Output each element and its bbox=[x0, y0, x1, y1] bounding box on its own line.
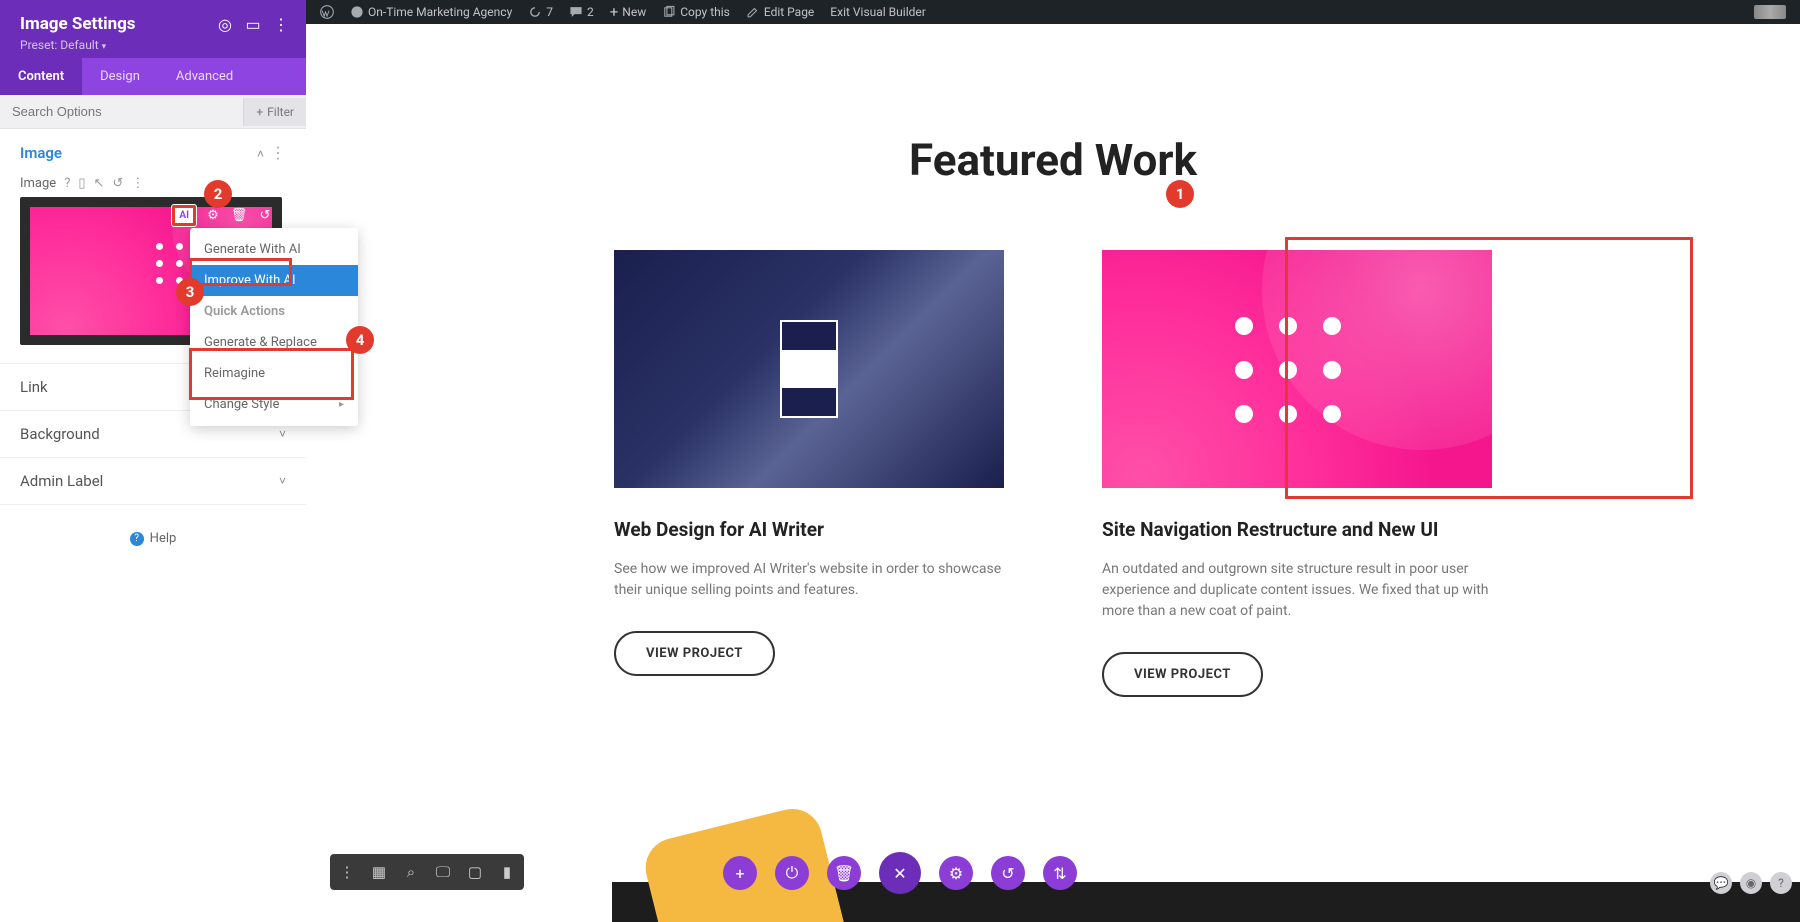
image-field-label: Image bbox=[20, 176, 56, 191]
phone-icon[interactable]: ▮ bbox=[498, 863, 516, 881]
copy-this[interactable]: Copy this bbox=[654, 0, 738, 24]
section-admin-label: Admin Label ˅ bbox=[0, 458, 306, 505]
help-icon[interactable]: ? bbox=[1770, 872, 1792, 894]
help-bubbles: 💬 ◉ ? bbox=[1710, 872, 1792, 894]
field-more-icon[interactable]: ⋮ bbox=[131, 176, 144, 191]
callout-badge-4: 4 bbox=[346, 326, 374, 354]
power-button[interactable]: ⏻ bbox=[775, 856, 809, 890]
ai-context-menu: Generate With AI Improve With AI Quick A… bbox=[190, 228, 358, 426]
chat-icon[interactable]: 💬 bbox=[1710, 872, 1732, 894]
updates[interactable]: 7 bbox=[520, 0, 561, 24]
add-button[interactable]: + bbox=[723, 856, 757, 890]
filter-button[interactable]: +Filter bbox=[243, 98, 306, 126]
chevron-down-icon: ˅ bbox=[279, 474, 286, 488]
more-icon[interactable]: ⋮ bbox=[274, 17, 288, 31]
desktop-icon[interactable]: 🖵 bbox=[434, 863, 452, 881]
section-image-head[interactable]: Image ˄⋮ bbox=[0, 129, 306, 176]
tab-design[interactable]: Design bbox=[82, 58, 158, 95]
search-input[interactable] bbox=[0, 95, 243, 128]
view-project-button[interactable]: VIEW PROJECT bbox=[1102, 652, 1263, 697]
menu-quick-actions-header: Quick Actions bbox=[190, 296, 358, 327]
view-toolbar: ⋮ ▦ ⌕ 🖵 ▢ ▮ bbox=[330, 854, 524, 890]
callout-badge-2: 2 bbox=[204, 180, 232, 208]
card-text: See how we improved AI Writer's website … bbox=[614, 559, 1004, 601]
drag-icon[interactable]: ◎ bbox=[218, 17, 232, 31]
trash-button[interactable]: 🗑 bbox=[827, 856, 861, 890]
settings-title: Image Settings bbox=[20, 14, 136, 34]
reset-icon[interactable]: ↺ bbox=[112, 176, 123, 191]
card-title: Web Design for AI Writer bbox=[614, 518, 1004, 541]
close-builder-button[interactable]: ✕ bbox=[879, 852, 921, 894]
help-icon[interactable]: ? bbox=[64, 176, 70, 191]
help-link[interactable]: ?Help bbox=[0, 505, 306, 572]
view-project-button[interactable]: VIEW PROJECT bbox=[614, 631, 775, 676]
zoom-icon[interactable]: ⌕ bbox=[402, 863, 420, 881]
callout-badge-1: 1 bbox=[1166, 180, 1194, 208]
chevron-down-icon: ˅ bbox=[279, 427, 286, 441]
chevron-right-icon: ▸ bbox=[339, 399, 344, 410]
site-name[interactable]: On-Time Marketing Agency bbox=[342, 0, 520, 24]
avatar bbox=[1754, 5, 1786, 19]
menu-reimagine[interactable]: Reimagine bbox=[190, 358, 358, 389]
sort-button[interactable]: ⇅ bbox=[1043, 856, 1077, 890]
menu-change-style[interactable]: Change Style▸ bbox=[190, 389, 358, 420]
tab-advanced[interactable]: Advanced bbox=[158, 58, 251, 95]
settings-tabs: Content Design Advanced bbox=[0, 58, 306, 95]
card-text: An outdated and outgrown site structure … bbox=[1102, 559, 1492, 622]
expand-icon[interactable]: ▭ bbox=[246, 17, 260, 31]
help-badge-icon: ? bbox=[130, 532, 144, 546]
image-field-label-row: Image ? ▯ ↖ ↺ ⋮ bbox=[20, 176, 286, 191]
gear-icon[interactable]: ⚙ bbox=[204, 207, 222, 225]
ai-button[interactable]: AI bbox=[172, 205, 196, 226]
menu-generate-replace[interactable]: Generate & Replace bbox=[190, 327, 358, 358]
new-content[interactable]: +New bbox=[602, 0, 654, 24]
card-title: Site Navigation Restructure and New UI bbox=[1102, 518, 1492, 541]
search-row: +Filter bbox=[0, 95, 306, 129]
section-admin-label-head[interactable]: Admin Label ˅ bbox=[0, 458, 306, 504]
hover-icon[interactable]: ↖ bbox=[94, 176, 105, 191]
tablet-icon[interactable]: ▢ bbox=[466, 863, 484, 881]
settings-button[interactable]: ⚙ bbox=[939, 856, 973, 890]
tab-content[interactable]: Content bbox=[0, 58, 82, 95]
card-web-design: Web Design for AI Writer See how we impr… bbox=[614, 250, 1004, 697]
callout-badge-3: 3 bbox=[176, 278, 204, 306]
undo-icon[interactable]: ↺ bbox=[256, 207, 274, 225]
info-icon[interactable]: ◉ bbox=[1740, 872, 1762, 894]
wp-logo[interactable] bbox=[312, 0, 342, 24]
wp-admin-bar: On-Time Marketing Agency 7 2 +New Copy t… bbox=[306, 0, 1800, 24]
menu-generate-with-ai[interactable]: Generate With AI bbox=[190, 234, 358, 265]
edit-page[interactable]: Edit Page bbox=[738, 0, 822, 24]
history-button[interactable]: ↺ bbox=[991, 856, 1025, 890]
page-heading: Featured Work bbox=[306, 134, 1800, 186]
builder-action-bar: + ⏻ 🗑 ✕ ⚙ ↺ ⇅ bbox=[723, 852, 1077, 894]
wireframe-icon[interactable]: ▦ bbox=[370, 863, 388, 881]
comments[interactable]: 2 bbox=[561, 0, 602, 24]
mobile-icon[interactable]: ▯ bbox=[78, 176, 85, 191]
sidebar-header: Image Settings ◎ ▭ ⋮ Preset: Default ▾ bbox=[0, 0, 306, 58]
menu-improve-with-ai[interactable]: Improve With AI bbox=[190, 265, 358, 296]
card-image-1[interactable] bbox=[614, 250, 1004, 488]
more-icon[interactable]: ⋮ bbox=[338, 863, 356, 881]
exit-visual-builder[interactable]: Exit Visual Builder bbox=[822, 0, 934, 24]
page-canvas: Featured Work Web Design for AI Writer S… bbox=[306, 24, 1800, 922]
section-more-icon[interactable]: ⋮ bbox=[270, 143, 286, 162]
thumb-toolbar: AI ⚙ 🗑 ↺ bbox=[172, 205, 274, 226]
callout-box-1 bbox=[1285, 237, 1693, 499]
chevron-up-icon: ˄ bbox=[257, 147, 264, 161]
trash-icon[interactable]: 🗑 bbox=[230, 207, 248, 225]
user-menu[interactable] bbox=[1746, 0, 1794, 24]
settings-sidebar: Image Settings ◎ ▭ ⋮ Preset: Default ▾ C… bbox=[0, 0, 306, 922]
preset-label[interactable]: Preset: Default ▾ bbox=[20, 38, 288, 52]
